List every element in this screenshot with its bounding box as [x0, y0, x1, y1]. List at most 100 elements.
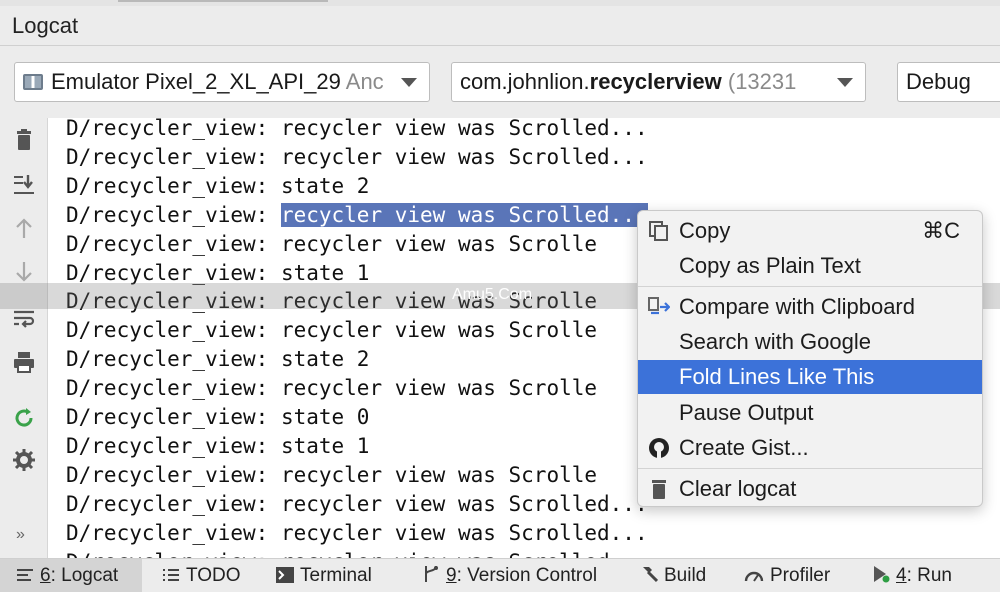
log-line[interactable]: D/recycler_view: recycler view was Scrol… [66, 521, 648, 545]
log-line[interactable]: D/recycler_view: recycler view was Scrol… [66, 202, 648, 227]
soft-wrap-icon[interactable] [12, 306, 36, 330]
log-tag: D/recycler_view: [66, 462, 281, 487]
log-message: state 2 [280, 173, 370, 198]
log-line[interactable]: D/recycler_view: recycler view was Scrol… [66, 145, 648, 169]
log-line[interactable]: D/recycler_view: recycler view was Scrol… [66, 492, 648, 516]
menu-item-copy-plain-text[interactable]: Copy as Plain Text [638, 249, 982, 283]
gear-icon[interactable] [12, 448, 36, 472]
menu-item-pause-output[interactable]: Pause Output [638, 396, 982, 430]
log-message: recycler view was Scrolle [280, 376, 598, 401]
log-message: state 2 [280, 347, 370, 372]
play-icon [874, 566, 890, 583]
tab-build-label: Build [664, 565, 707, 586]
tool-window-bar: 6: Logcat TODO Terminal 9: Version Contr… [0, 558, 1000, 592]
menu-item-label: Copy [679, 218, 731, 243]
log-message: state 1 [280, 260, 370, 285]
tool-window-title: Logcat [12, 13, 79, 38]
log-line[interactable]: D/recycler_view: state 0 [66, 405, 369, 429]
log-message: recycler view was Scrolle [280, 318, 598, 343]
tab-todo-label: TODO [186, 565, 241, 586]
device-selector[interactable]: Emulator Pixel_2_XL_API_29 Anc [14, 62, 430, 102]
log-message: state 0 [280, 405, 370, 429]
tab-terminal-label: Terminal [300, 565, 372, 586]
tab-terminal[interactable]: Terminal [276, 559, 372, 592]
log-message: recycler view was Scrolle [280, 231, 598, 256]
logcat-side-toolbar: » [0, 118, 48, 558]
restart-icon[interactable] [12, 406, 36, 430]
compare-icon [648, 297, 670, 315]
log-message: state 1 [280, 433, 370, 458]
menu-item-shortcut: ⌘C [922, 218, 960, 243]
log-tag: D/recycler_view: [66, 260, 281, 285]
menu-item-compare-clipboard[interactable]: Compare with Clipboard [638, 290, 982, 324]
menu-item-label: Clear logcat [679, 476, 797, 501]
logcat-toolbar: Emulator Pixel_2_XL_API_29 Anc com.johnl… [0, 46, 1000, 118]
log-tag: D/recycler_view: [66, 173, 281, 198]
trash-icon[interactable] [12, 128, 36, 152]
log-tag: D/recycler_view: [66, 405, 281, 429]
log-tag: D/recycler_view: [66, 118, 281, 140]
chevron-down-icon [401, 78, 417, 87]
tab-logcat-label: : Logcat [50, 565, 119, 586]
log-tag: D/recycler_view: [66, 520, 281, 545]
logcat-icon [17, 569, 33, 581]
tab-version-control[interactable]: 9: Version Control [422, 559, 597, 592]
menu-item-label: Create Gist... [679, 435, 809, 460]
log-line[interactable]: D/recycler_view: recycler view was Scrol… [66, 318, 597, 342]
log-tag: D/recycler_view: [66, 202, 281, 227]
menu-separator [638, 286, 982, 287]
menu-item-create-gist[interactable]: Create Gist... [638, 431, 982, 465]
log-line[interactable]: D/recycler_view: state 2 [66, 347, 369, 371]
context-menu: Copy ⌘C Copy as Plain Text Compare with … [637, 210, 983, 507]
log-line[interactable]: D/recycler_view: recycler view was Scrol… [66, 376, 597, 400]
arrow-up-icon[interactable] [12, 216, 36, 240]
process-pid: (13231 [727, 69, 797, 94]
github-icon [649, 438, 669, 458]
device-suffix: Anc [345, 69, 384, 94]
tab-profiler-label: Profiler [770, 565, 831, 586]
hammer-icon [643, 567, 658, 583]
tab-build[interactable]: Build [640, 559, 706, 592]
chevron-down-icon [837, 78, 853, 87]
log-line[interactable]: D/recycler_view: recycler view was Scrol… [66, 550, 648, 559]
scroll-to-end-icon[interactable] [12, 172, 36, 196]
log-line[interactable]: D/recycler_view: recycler view was Scrol… [66, 118, 648, 140]
tab-logcat-key: 6 [40, 565, 51, 586]
tab-logcat[interactable]: 6: Logcat [0, 559, 142, 592]
menu-item-label: Pause Output [679, 400, 814, 425]
tool-window-header: Logcat [0, 6, 1000, 46]
log-tag: D/recycler_view: [66, 318, 281, 343]
log-message: recycler view was Scrolled... [280, 491, 648, 516]
chevrons-right-icon[interactable]: » [16, 526, 25, 544]
tab-profiler[interactable]: Profiler [744, 559, 830, 592]
log-message: recycler view was Scrolle [280, 462, 598, 487]
menu-item-search-google[interactable]: Search with Google [638, 325, 982, 359]
print-icon[interactable] [12, 350, 36, 374]
gauge-icon [744, 571, 764, 582]
log-level-selector[interactable]: Debug [897, 62, 1000, 102]
log-line[interactable]: D/recycler_view: recycler view was Scrol… [66, 463, 597, 487]
tab-todo[interactable]: TODO [162, 559, 241, 592]
log-line[interactable]: D/recycler_view: state 1 [66, 434, 369, 458]
tab-run-label: : Run [906, 565, 952, 586]
tab-vcs-key: 9 [446, 565, 457, 586]
trash-icon [652, 480, 666, 499]
log-line[interactable]: D/recycler_view: state 1 [66, 261, 369, 285]
process-prefix: com.johnlion. [460, 69, 590, 94]
menu-item-fold-lines[interactable]: Fold Lines Like This [638, 360, 982, 394]
menu-item-clear-logcat[interactable]: Clear logcat [638, 472, 982, 506]
log-line[interactable]: D/recycler_view: state 2 [66, 174, 369, 198]
log-message: recycler view was Scrolled... [280, 118, 648, 140]
log-line[interactable]: D/recycler_view: recycler view was Scrol… [66, 232, 597, 256]
log-tag: D/recycler_view: [66, 144, 281, 169]
process-selector[interactable]: com.johnlion.recyclerview (13231 [451, 62, 866, 102]
arrow-down-icon[interactable] [12, 260, 36, 284]
log-message: recycler view was Scrolled... [281, 550, 648, 559]
tab-run[interactable]: 4: Run [872, 559, 952, 592]
watermark: Amu5.Com [452, 286, 533, 303]
branch-icon [425, 565, 438, 582]
menu-item-copy[interactable]: Copy ⌘C [638, 214, 982, 248]
tab-run-key: 4 [896, 565, 907, 586]
log-tag: D/recycler_view: [66, 433, 281, 458]
log-tag: D/recycler_view: [66, 550, 281, 559]
